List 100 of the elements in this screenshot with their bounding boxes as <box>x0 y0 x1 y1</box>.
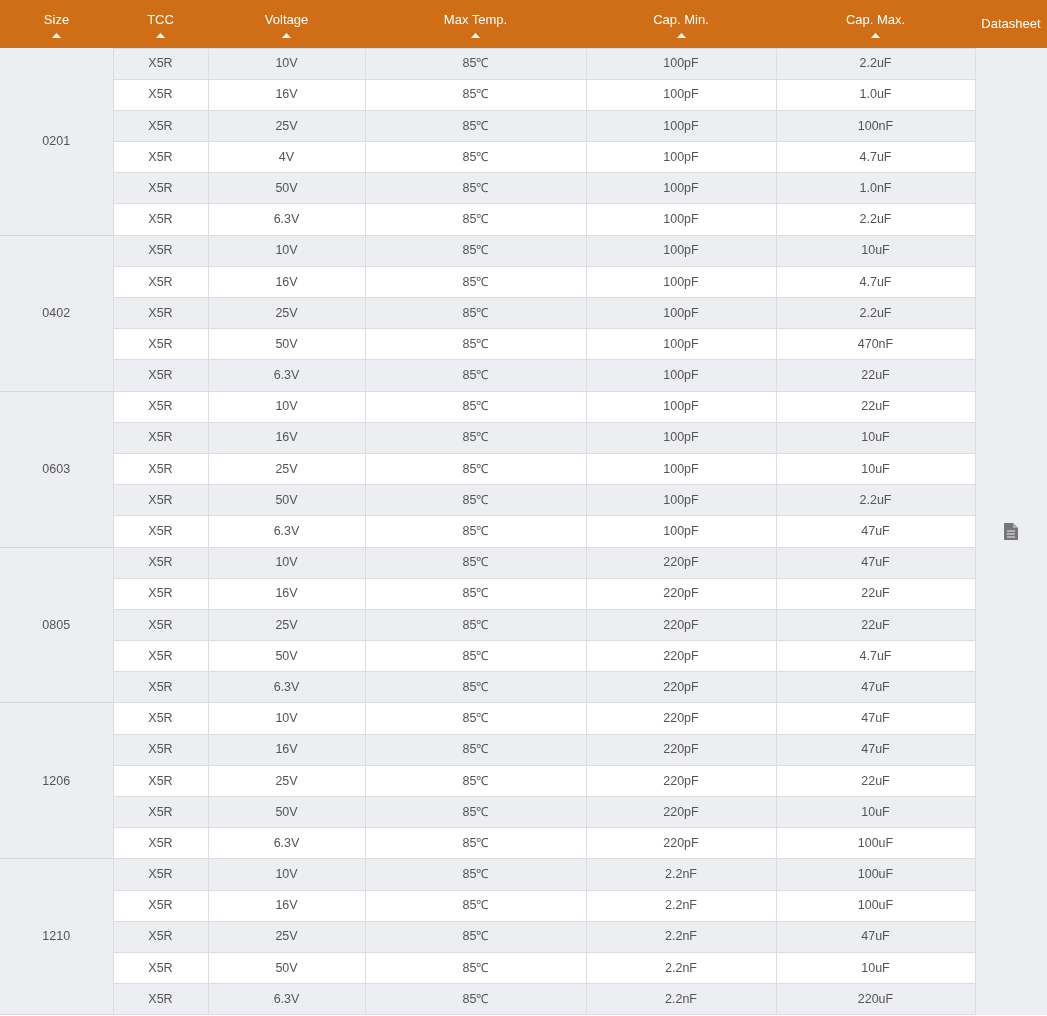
table-cell: 6.3V <box>208 359 365 392</box>
table-cell: 2.2nF <box>586 890 776 922</box>
table-cell: 25V <box>208 297 365 329</box>
table-cell: 85℃ <box>365 453 586 485</box>
table-cell: 16V <box>208 266 365 298</box>
column-header[interactable]: TCC <box>113 0 208 48</box>
table-cell: 6.3V <box>208 983 365 1015</box>
column-header[interactable]: Cap. Max. <box>776 0 975 48</box>
table-cell: 25V <box>208 765 365 797</box>
table-cell: 85℃ <box>365 172 586 204</box>
table-cell: X5R <box>113 328 208 360</box>
table-cell: 10V <box>208 547 365 579</box>
table-cell: 85℃ <box>365 858 586 891</box>
table-cell: 85℃ <box>365 578 586 610</box>
table-cell: X5R <box>113 609 208 641</box>
table-cell: 4V <box>208 141 365 173</box>
table-cell: 100nF <box>776 110 975 142</box>
table-cell: 85℃ <box>365 79 586 111</box>
table-cell: X5R <box>113 796 208 828</box>
table-cell: 6.3V <box>208 827 365 859</box>
table-cell: X5R <box>113 359 208 392</box>
table-cell: 4.7uF <box>776 266 975 298</box>
table-cell: 2.2uF <box>776 297 975 329</box>
table-cell: 47uF <box>776 515 975 547</box>
table-cell: 0603 <box>0 391 113 547</box>
table-cell: X5R <box>113 765 208 797</box>
table-cell: 47uF <box>776 547 975 579</box>
table-cell: 22uF <box>776 609 975 641</box>
table-cell: 85℃ <box>365 734 586 766</box>
table-cell: 10V <box>208 858 365 891</box>
table-cell: 85℃ <box>365 827 586 859</box>
column-header[interactable]: Cap. Min. <box>586 0 776 48</box>
table-cell: 47uF <box>776 734 975 766</box>
table-cell: 220pF <box>586 702 776 735</box>
table-cell: 47uF <box>776 671 975 703</box>
table-cell: 220pF <box>586 640 776 672</box>
table-cell: X5R <box>113 827 208 859</box>
table-cell: 100pF <box>586 172 776 204</box>
column-header[interactable]: Max Temp. <box>365 0 586 48</box>
table-cell: 85℃ <box>365 983 586 1015</box>
table-cell: X5R <box>113 297 208 329</box>
sort-up-icon <box>676 33 686 38</box>
table-cell: 100uF <box>776 858 975 891</box>
table-cell: 85℃ <box>365 48 586 80</box>
sort-up-icon <box>282 33 291 38</box>
table-cell: 25V <box>208 609 365 641</box>
table-cell: 85℃ <box>365 235 586 267</box>
table-cell: 0201 <box>0 48 113 236</box>
table-cell: 220pF <box>586 578 776 610</box>
table-cell: 85℃ <box>365 547 586 579</box>
table-cell: 100pF <box>586 328 776 360</box>
table-cell: 100pF <box>586 484 776 516</box>
table-cell: 470nF <box>776 328 975 360</box>
table-cell: 0805 <box>0 547 113 703</box>
table-cell: 4.7uF <box>776 141 975 173</box>
table-cell: 50V <box>208 796 365 828</box>
table-cell: X5R <box>113 391 208 423</box>
sort-up-icon <box>471 33 480 38</box>
table-cell: 2.2nF <box>586 858 776 891</box>
table-cell: X5R <box>113 952 208 984</box>
table-cell: 220pF <box>586 796 776 828</box>
table-cell: 10V <box>208 48 365 80</box>
table-cell: 1.0nF <box>776 172 975 204</box>
table-cell: X5R <box>113 578 208 610</box>
table-cell: 4.7uF <box>776 640 975 672</box>
table-cell: 85℃ <box>365 609 586 641</box>
table-cell: 10uF <box>776 235 975 267</box>
table-cell: 220pF <box>586 734 776 766</box>
table-cell: X5R <box>113 141 208 173</box>
table-cell: 100pF <box>586 235 776 267</box>
table-cell: 10V <box>208 235 365 267</box>
table-cell: X5R <box>113 921 208 953</box>
table-cell: 85℃ <box>365 640 586 672</box>
table-cell: X5R <box>113 266 208 298</box>
table-cell: 2.2nF <box>586 983 776 1015</box>
table-cell: 50V <box>208 484 365 516</box>
table-cell: 2.2uF <box>776 48 975 80</box>
table-cell: 16V <box>208 422 365 454</box>
column-header[interactable]: Voltage <box>208 0 365 48</box>
table-cell: 10V <box>208 391 365 423</box>
table-cell: 85℃ <box>365 110 586 142</box>
table-cell: 85℃ <box>365 359 586 392</box>
table-cell: 2.2nF <box>586 952 776 984</box>
table-cell: 85℃ <box>365 266 586 298</box>
table-cell: 85℃ <box>365 702 586 735</box>
table-cell: 50V <box>208 172 365 204</box>
table-cell: 220uF <box>776 983 975 1015</box>
table-cell: 100pF <box>586 79 776 111</box>
table-cell: 100pF <box>586 203 776 236</box>
table-cell: 85℃ <box>365 328 586 360</box>
table-cell: 85℃ <box>365 141 586 173</box>
table-cell: 25V <box>208 921 365 953</box>
table-cell: 10V <box>208 702 365 735</box>
table-cell: 25V <box>208 110 365 142</box>
table-cell: 1.0uF <box>776 79 975 111</box>
document-icon[interactable] <box>1004 522 1019 540</box>
table-cell: 47uF <box>776 921 975 953</box>
column-header[interactable]: Size <box>0 0 113 48</box>
table-cell: 85℃ <box>365 203 586 236</box>
table-cell: X5R <box>113 484 208 516</box>
